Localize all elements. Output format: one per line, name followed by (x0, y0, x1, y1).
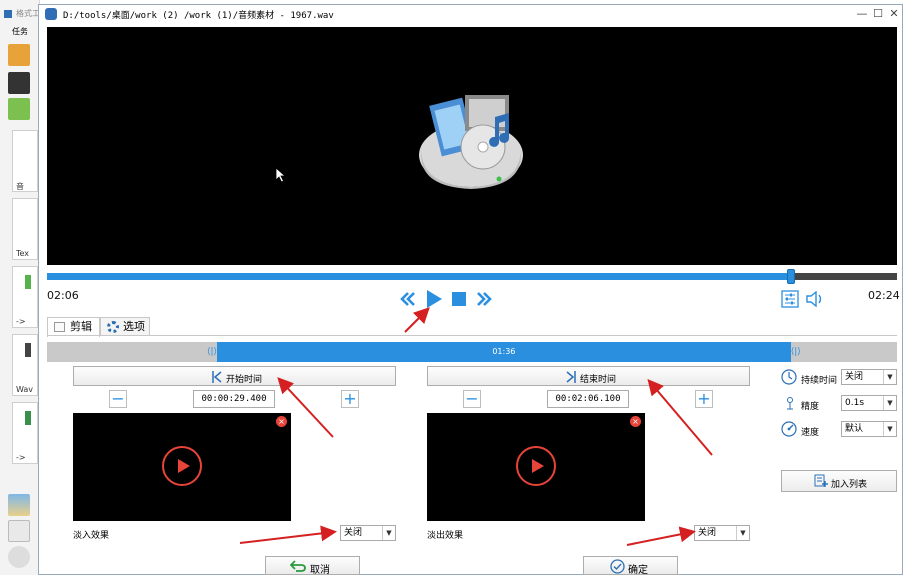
end-minus-button[interactable]: − (463, 390, 481, 408)
seek-bar-progress (47, 273, 791, 280)
background-menu-task[interactable]: 任务 (12, 26, 28, 37)
chevron-down-icon: ▼ (736, 526, 749, 540)
video-preview[interactable] (47, 27, 897, 265)
maximize-button[interactable]: ☐ (871, 7, 885, 21)
background-app: 格式工 任务 音 Tex -> Wav -> (0, 0, 40, 575)
media-player-window: D:/tools/桌面/work (2) /work (1)/音频素材 - 19… (38, 4, 903, 576)
current-time: 02:06 (47, 289, 79, 302)
mouse-cursor-icon (275, 167, 287, 183)
play-icon (532, 459, 544, 473)
background-app-icon (4, 10, 12, 18)
close-button[interactable]: ✕ (887, 7, 901, 21)
clip-range-bar[interactable]: 01:36 ⟨|⟩ ⟨|⟩ (47, 342, 897, 362)
film-icon[interactable] (8, 72, 30, 94)
background-tile[interactable]: Wav (12, 334, 38, 396)
total-time: 02:24 (868, 289, 900, 302)
end-preview-close-icon[interactable]: × (630, 416, 641, 427)
end-time-button[interactable]: 结束时间 (427, 366, 750, 386)
window-title: D:/tools/桌面/work (2) /work (1)/音频素材 - 19… (63, 11, 334, 21)
format-factory-logo-icon (419, 95, 523, 189)
duration-dropdown[interactable]: 关闭 ▼ (841, 369, 897, 385)
fade-in-dropdown[interactable]: 关闭 ▼ (340, 525, 396, 541)
cancel-button[interactable]: 取消 (265, 556, 360, 576)
seek-bar[interactable] (47, 269, 897, 284)
fade-out-dropdown[interactable]: 关闭 ▼ (694, 525, 750, 541)
speed-icon (781, 421, 797, 437)
rewind-icon[interactable] (399, 291, 417, 307)
check-icon (610, 559, 625, 574)
background-tile[interactable]: -> (12, 266, 38, 328)
tab-divider (47, 335, 897, 336)
folder-icon[interactable] (8, 44, 30, 66)
start-marker-icon (212, 371, 222, 383)
range-end-handle[interactable]: ⟨|⟩ (790, 342, 801, 362)
disc-icon[interactable] (8, 546, 30, 568)
image-icon[interactable] (8, 494, 30, 516)
gear-icon (107, 321, 119, 333)
end-plus-button[interactable]: + (695, 390, 713, 408)
title-bar: D:/tools/桌面/work (2) /work (1)/音频素材 - 19… (39, 5, 902, 23)
play-icon (178, 459, 190, 473)
confirm-button[interactable]: 确定 (583, 556, 678, 576)
chevron-down-icon: ▼ (883, 422, 896, 436)
clock-icon (781, 369, 797, 385)
chevron-down-icon: ▼ (883, 396, 896, 410)
scissors-icon (54, 322, 65, 332)
seek-bar-thumb[interactable] (786, 269, 795, 284)
background-tile[interactable]: 音 (12, 130, 38, 192)
end-frame-preview[interactable]: × (427, 413, 645, 521)
speed-dropdown[interactable]: 默认 ▼ (841, 421, 897, 437)
fade-in-label: 淡入效果 (73, 531, 110, 541)
start-plus-button[interactable]: + (341, 390, 359, 408)
duration-label: 持续时间 (801, 376, 838, 386)
clip-range-selection[interactable]: 01:36 (217, 342, 791, 362)
play-icon[interactable] (425, 289, 443, 309)
end-marker-icon (566, 371, 576, 383)
background-app-title: 格式工 (16, 9, 40, 18)
tab-clip[interactable]: 剪辑 (47, 317, 100, 337)
fade-out-label: 淡出效果 (427, 531, 464, 541)
edit-icon[interactable] (8, 520, 30, 542)
start-time-button[interactable]: 开始时间 (73, 366, 396, 386)
end-preview-play-button[interactable] (516, 446, 556, 486)
range-start-handle[interactable]: ⟨|⟩ (207, 342, 217, 362)
start-time-field[interactable]: 00:00:29.400 (193, 390, 275, 408)
start-frame-preview[interactable]: × (73, 413, 291, 521)
add-to-list-button[interactable]: 加入列表 (781, 470, 897, 492)
tab-options[interactable]: 选项 (100, 317, 150, 336)
start-preview-close-icon[interactable]: × (276, 416, 287, 427)
minimize-button[interactable]: — (855, 7, 869, 21)
app-icon (45, 8, 57, 20)
music-icon[interactable] (8, 98, 30, 120)
chevron-down-icon: ▼ (883, 370, 896, 384)
precision-icon (787, 397, 793, 410)
stop-icon[interactable] (452, 292, 466, 306)
start-minus-button[interactable]: − (109, 390, 127, 408)
precision-label: 精度 (801, 402, 820, 412)
precision-dropdown[interactable]: 0.1s ▼ (841, 395, 897, 411)
fast-forward-icon[interactable] (475, 291, 493, 307)
chevron-down-icon: ▼ (382, 526, 395, 540)
volume-icon[interactable] (805, 291, 825, 307)
add-list-icon (814, 474, 828, 487)
background-tile[interactable]: Tex (12, 198, 38, 260)
end-time-field[interactable]: 00:02:06.100 (547, 390, 629, 408)
start-preview-play-button[interactable] (162, 446, 202, 486)
speed-label: 速度 (801, 428, 820, 438)
equalizer-icon[interactable] (781, 290, 799, 308)
undo-icon (290, 560, 306, 572)
background-tile[interactable]: -> (12, 402, 38, 464)
